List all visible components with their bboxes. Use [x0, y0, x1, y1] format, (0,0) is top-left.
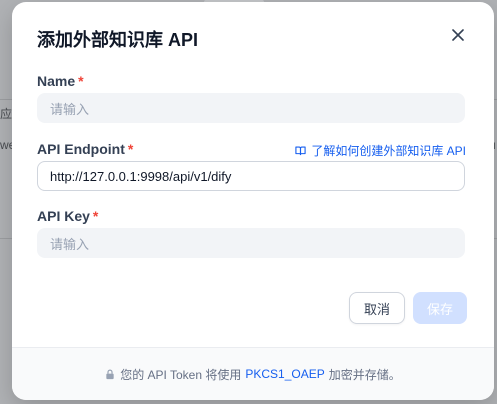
required-mark: * — [78, 73, 84, 89]
name-label-text: Name — [37, 73, 76, 89]
api-endpoint-value: http://127.0.0.1:9998/api/v1/dify — [50, 168, 232, 184]
close-icon[interactable] — [448, 25, 468, 45]
background-text: 应 — [0, 107, 13, 121]
encryption-protocol-link[interactable]: PKCS1_OAEP — [245, 367, 324, 381]
api-key-label-text: API Key — [37, 208, 90, 224]
api-endpoint-input[interactable]: http://127.0.0.1:9998/api/v1/dify — [37, 161, 465, 191]
lock-icon — [106, 369, 114, 379]
notice-suffix: 加密并存储。 — [328, 367, 401, 382]
name-input-placeholder: 请输入 — [50, 101, 90, 117]
book-icon — [295, 146, 306, 156]
dialog-title: 添加外部知识库 API — [37, 30, 199, 50]
required-mark: * — [127, 141, 134, 157]
help-link-text: 了解如何创建外部知识库 API — [311, 144, 466, 158]
save-button[interactable]: 保存 — [413, 292, 467, 324]
encryption-notice: 您的 API Token 将使用 PKCS1_OAEP 加密并存储。 — [12, 347, 494, 400]
notice-prefix: 您的 API Token 将使用 — [120, 367, 242, 382]
endpoint-label: API Endpoint * — [37, 141, 133, 157]
api-key-input[interactable]: 请输入 — [37, 228, 465, 258]
api-key-placeholder: 请输入 — [50, 236, 90, 252]
required-mark: * — [92, 208, 99, 224]
learn-create-external-api-link[interactable]: 了解如何创建外部知识库 API — [295, 142, 466, 159]
endpoint-label-text: API Endpoint — [37, 141, 125, 157]
name-label: Name * — [37, 73, 84, 89]
cancel-button[interactable]: 取消 — [349, 292, 405, 324]
name-input[interactable]: 请输入 — [37, 93, 465, 123]
api-key-label: API Key * — [37, 208, 98, 224]
add-external-knowledge-api-dialog: 添加外部知识库 API Name * 请输入 API Endpoint * 了解如何… — [12, 2, 494, 400]
